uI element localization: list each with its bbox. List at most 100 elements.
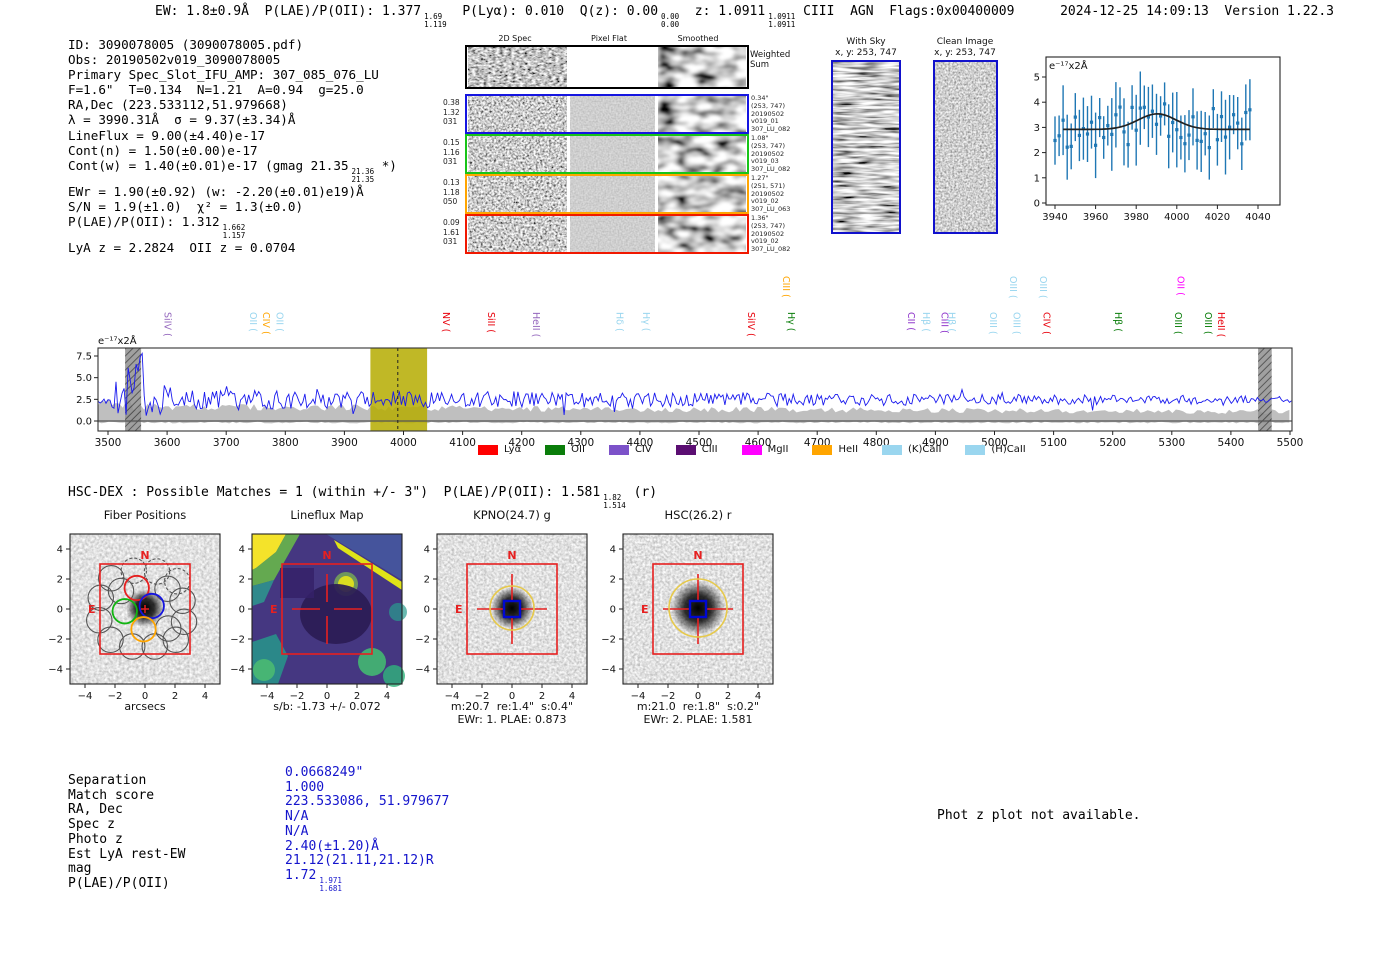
svg-text:3940: 3940 — [1042, 212, 1067, 223]
spec2d-cell — [468, 136, 567, 172]
svg-text:4000: 4000 — [390, 437, 417, 449]
legend-item: OII — [545, 444, 585, 455]
svg-text:−4: −4 — [48, 665, 63, 676]
spectral-line-label: Hγ ( — [785, 312, 796, 332]
legend-label: (H)CaII — [991, 444, 1025, 455]
spectral-line-label: SiIV ( — [162, 312, 173, 337]
match-table-labels: SeparationMatch scoreRA, DecSpec zPhoto … — [68, 774, 185, 892]
svg-text:3600: 3600 — [154, 437, 181, 449]
spec2d-column-title: 2D Spec — [498, 34, 531, 43]
panel-plot: NE−4−4−2−2002244 — [40, 524, 250, 704]
match-row-label: Spec z — [68, 818, 185, 833]
legend-item: CIV — [609, 444, 652, 455]
match-row-label: P(LAE)/P(OII) — [68, 877, 185, 892]
svg-text:E: E — [270, 603, 278, 616]
sky-panel-image — [831, 60, 901, 234]
match-row-value: 223.533086, 51.979677 — [285, 795, 449, 810]
svg-text:3960: 3960 — [1083, 212, 1108, 223]
spec2d-cell — [658, 96, 746, 132]
spec2d-cell — [570, 47, 655, 87]
svg-text:4: 4 — [424, 545, 430, 556]
svg-text:N: N — [322, 549, 331, 562]
spec2d-cell — [468, 216, 567, 252]
noise-image — [658, 47, 746, 87]
spec2d-row — [465, 94, 749, 134]
spectral-line-label: Hδ ( — [613, 312, 624, 332]
spectral-line-label: OII ( — [273, 312, 284, 332]
panel-cutout_r: HSC(26.2) rNE−4−4−2−2002244m:21.0 re:1.8… — [593, 508, 823, 726]
svg-text:N: N — [507, 549, 516, 562]
panel-title: HSC(26.2) r — [593, 508, 803, 522]
spectral-line-label: Hγ ( — [640, 312, 651, 332]
svg-text:4: 4 — [239, 545, 245, 556]
svg-text:0: 0 — [239, 605, 245, 616]
spectral-line-label: CIV ( — [260, 312, 271, 335]
legend-item: CIII — [676, 444, 718, 455]
panel-title: Fiber Positions — [40, 508, 250, 522]
noise-image — [570, 176, 655, 212]
spec2d-cell — [570, 136, 655, 172]
line-fit-zoom-plot: 394039603980400040204040012345e⁻¹⁷x2Å — [1028, 50, 1378, 235]
svg-text:−2: −2 — [415, 635, 430, 646]
spectral-line-label: OII ( — [247, 312, 258, 332]
spectral-line-label: Hβ ( — [920, 312, 931, 332]
svg-text:−2: −2 — [108, 691, 123, 702]
svg-text:1: 1 — [1034, 173, 1040, 184]
spectral-line-label: OIII ( — [987, 312, 998, 335]
svg-text:5.0: 5.0 — [76, 373, 92, 384]
svg-text:5500: 5500 — [1277, 437, 1304, 449]
panel-caption: EWr: 2. PLAE: 1.581 — [583, 713, 813, 726]
svg-text:−4: −4 — [230, 665, 245, 676]
svg-text:3800: 3800 — [272, 437, 299, 449]
svg-text:−4: −4 — [601, 665, 616, 676]
hsc-dex-text: HSC-DEX : Possible Matches = 1 (within +… — [68, 485, 600, 500]
match-row-label: Match score — [68, 789, 185, 804]
legend-item: (K)CaII — [882, 444, 941, 455]
spec2d-row-left-label: 0.381.32031 — [443, 98, 460, 127]
match-table-values: 0.0668249"1.000223.533086, 51.979677N/AN… — [285, 766, 449, 893]
svg-text:E: E — [641, 603, 649, 616]
legend-label: OII — [571, 444, 585, 455]
svg-text:N: N — [140, 549, 149, 562]
noise-image — [658, 176, 746, 212]
noise-image — [468, 176, 567, 212]
svg-text:−4: −4 — [415, 665, 430, 676]
spec2d-row-right-label: 0.34"(253, 747)20190502v019_01307_LU_082 — [751, 95, 790, 134]
spectral-line-label: OIII ( — [1172, 312, 1183, 335]
svg-text:−2: −2 — [230, 635, 245, 646]
match-row-value: 21.12(21.11,21.12)R — [285, 854, 449, 869]
spectral-line-label: HeII ( — [530, 312, 541, 337]
match-row-value: 1.000 — [285, 781, 449, 796]
match-row-value: 1.721.9711.681 — [285, 869, 449, 893]
spec2d-cell — [658, 136, 746, 172]
spec2d-row — [465, 134, 749, 174]
svg-text:4020: 4020 — [1205, 212, 1230, 223]
weighted-sum-label: WeightedSum — [750, 50, 790, 70]
svg-text:2: 2 — [610, 575, 616, 586]
spectral-line-label: CII ( — [905, 312, 916, 331]
svg-text:e⁻¹⁷x2Å: e⁻¹⁷x2Å — [98, 334, 137, 347]
legend-swatch — [882, 445, 902, 455]
noise-image — [658, 216, 746, 252]
spec2d-row-right-label: 1.27"(251, 571)20190502v019_02307_LU_063 — [751, 175, 790, 214]
legend-item: (H)CaII — [965, 444, 1025, 455]
sky-panel-image — [933, 60, 998, 234]
spectral-line-label: OII ( — [1175, 276, 1186, 296]
sky-panel-title: Clean Image x, y: 253, 747 — [934, 37, 996, 59]
svg-text:4: 4 — [202, 691, 208, 702]
match-row-label: RA, Dec — [68, 803, 185, 818]
spec2d-cell — [468, 47, 567, 87]
legend-swatch — [812, 445, 832, 455]
spec2d-row-right-label: 1.36"(253, 747)20190502v019_02307_LU_082 — [751, 215, 790, 254]
noise-image — [935, 62, 996, 232]
legend-swatch — [676, 445, 696, 455]
spectral-line-label: CIII ( — [780, 276, 791, 298]
spec2d-cell — [658, 176, 746, 212]
elixer-report-page: { "header": { "segments": [ {"text": "EW… — [0, 0, 1400, 953]
noise-image — [570, 216, 655, 252]
svg-text:3700: 3700 — [213, 437, 240, 449]
svg-text:e⁻¹⁷x2Å: e⁻¹⁷x2Å — [1049, 59, 1088, 72]
svg-text:0: 0 — [610, 605, 616, 616]
svg-text:5200: 5200 — [1099, 437, 1126, 449]
spec2d-row-right-label: 1.08"(253, 747)20190502v019_03307_LU_082 — [751, 135, 790, 174]
